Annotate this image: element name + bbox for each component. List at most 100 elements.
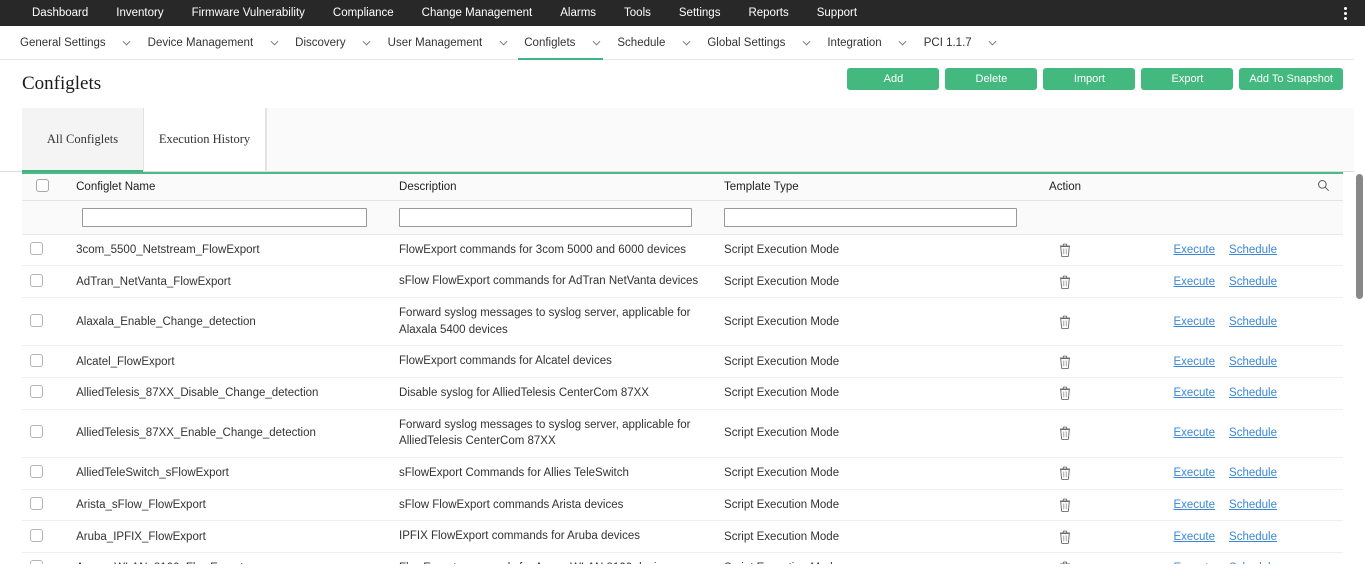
row-checkbox[interactable] [30,274,43,287]
subnav-label-schedule[interactable]: Schedule [607,37,675,49]
execute-link[interactable]: Execute [1173,531,1215,543]
filter-input-template-type[interactable] [724,208,1017,227]
column-header-configlet-name[interactable]: Configlet Name [68,174,391,200]
subnav-label-user-management[interactable]: User Management [378,37,493,49]
subnav-label-pci-1-1-7[interactable]: PCI 1.1.7 [914,37,982,49]
chevron-down-icon[interactable] [263,26,285,60]
kebab-menu-icon[interactable] [1335,0,1355,26]
subnav-label-integration[interactable]: Integration [817,37,891,49]
topnav-item-change-management[interactable]: Change Management [408,0,547,26]
trash-icon[interactable] [1049,561,1089,564]
table-row[interactable]: Avaya_WLAN_8100_FlowExportFlowExport com… [22,552,1343,564]
topnav-item-dashboard[interactable]: Dashboard [18,0,102,26]
topnav-item-reports[interactable]: Reports [734,0,802,26]
row-checkbox[interactable] [30,354,43,367]
chevron-down-icon[interactable] [982,26,1004,60]
table-row[interactable]: Alcatel_FlowExportFlowExport commands fo… [22,346,1343,378]
execute-link[interactable]: Execute [1173,356,1215,368]
schedule-link[interactable]: Schedule [1229,276,1277,288]
topnav-item-compliance[interactable]: Compliance [319,0,408,26]
subnav-item-schedule[interactable]: Schedule [607,26,697,60]
trash-icon[interactable] [1049,243,1089,257]
execute-link[interactable]: Execute [1173,316,1215,328]
tab-execution-history[interactable]: Execution History [144,108,266,171]
column-header-template-type[interactable]: Template Type [716,174,1041,200]
table-row[interactable]: Alaxala_Enable_Change_detectionForward s… [22,297,1343,345]
subnav-item-integration[interactable]: Integration [817,26,913,60]
trash-icon[interactable] [1049,275,1089,289]
trash-icon[interactable] [1049,386,1089,400]
chevron-down-icon[interactable] [356,26,378,60]
filter-input-description[interactable] [399,208,692,227]
chevron-down-icon[interactable] [116,26,138,60]
table-row[interactable]: 3com_5500_Netstream_FlowExportFlowExport… [22,234,1343,266]
subnav-item-device-management[interactable]: Device Management [138,26,285,60]
trash-icon[interactable] [1049,530,1089,544]
topnav-item-support[interactable]: Support [803,0,871,26]
chevron-down-icon[interactable] [892,26,914,60]
trash-icon[interactable] [1049,466,1089,480]
schedule-link[interactable]: Schedule [1229,467,1277,479]
table-row[interactable]: AlliedTelesis_87XX_Disable_Change_detect… [22,377,1343,409]
row-checkbox[interactable] [30,385,43,398]
schedule-link[interactable]: Schedule [1229,499,1277,511]
subnav-item-discovery[interactable]: Discovery [285,26,377,60]
subnav-label-discovery[interactable]: Discovery [285,37,355,49]
page-scrollbar-thumb[interactable] [1356,174,1363,299]
select-all-checkbox[interactable] [36,179,49,192]
execute-link[interactable]: Execute [1173,387,1215,399]
subnav-item-general-settings[interactable]: General Settings [10,26,138,60]
export-button[interactable]: Export [1141,68,1233,90]
topnav-item-settings[interactable]: Settings [665,0,735,26]
tab-all-configlets[interactable]: All Configlets [22,108,144,171]
column-header-description[interactable]: Description [391,174,716,200]
subnav-label-general-settings[interactable]: General Settings [10,37,116,49]
execute-link[interactable]: Execute [1173,499,1215,511]
subnav-label-device-management[interactable]: Device Management [138,37,263,49]
topnav-item-firmware-vulnerability[interactable]: Firmware Vulnerability [178,0,319,26]
table-row[interactable]: AdTran_NetVanta_FlowExportsFlow FlowExpo… [22,266,1343,298]
row-checkbox[interactable] [30,242,43,255]
topnav-item-tools[interactable]: Tools [610,0,665,26]
trash-icon[interactable] [1049,355,1089,369]
trash-icon[interactable] [1049,315,1089,329]
schedule-link[interactable]: Schedule [1229,387,1277,399]
table-row[interactable]: AlliedTelesis_87XX_Enable_Change_detecti… [22,409,1343,457]
table-row[interactable]: Aruba_IPFIX_FlowExportIPFIX FlowExport c… [22,521,1343,553]
schedule-link[interactable]: Schedule [1229,562,1277,564]
trash-icon[interactable] [1049,426,1089,440]
schedule-link[interactable]: Schedule [1229,531,1277,543]
execute-link[interactable]: Execute [1173,427,1215,439]
chevron-down-icon[interactable] [492,26,514,60]
topnav-item-alarms[interactable]: Alarms [546,0,610,26]
import-button[interactable]: Import [1043,68,1135,90]
chevron-down-icon[interactable] [675,26,697,60]
row-checkbox[interactable] [30,497,43,510]
schedule-link[interactable]: Schedule [1229,427,1277,439]
subnav-item-pci-1-1-7[interactable]: PCI 1.1.7 [914,26,1004,60]
execute-link[interactable]: Execute [1173,276,1215,288]
trash-icon[interactable] [1049,498,1089,512]
schedule-link[interactable]: Schedule [1229,356,1277,368]
table-row[interactable]: Arista_sFlow_FlowExportsFlow FlowExport … [22,489,1343,521]
chevron-down-icon[interactable] [795,26,817,60]
subnav-item-user-management[interactable]: User Management [378,26,515,60]
add-button[interactable]: Add [847,68,939,90]
execute-link[interactable]: Execute [1173,467,1215,479]
search-icon[interactable] [1317,183,1330,195]
subnav-item-configlets[interactable]: Configlets [514,26,607,60]
table-row[interactable]: AlliedTeleSwitch_sFlowExportsFlowExport … [22,457,1343,489]
page-scrollbar-track[interactable] [1354,26,1365,582]
chevron-down-icon[interactable] [585,26,607,60]
row-checkbox[interactable] [30,314,43,327]
row-checkbox[interactable] [30,529,43,542]
add-to-snapshot-button[interactable]: Add To Snapshot [1239,68,1343,90]
row-checkbox[interactable] [30,425,43,438]
topnav-item-inventory[interactable]: Inventory [102,0,177,26]
row-checkbox[interactable] [30,465,43,478]
schedule-link[interactable]: Schedule [1229,316,1277,328]
delete-button[interactable]: Delete [945,68,1037,90]
subnav-label-global-settings[interactable]: Global Settings [697,37,795,49]
execute-link[interactable]: Execute [1173,244,1215,256]
subnav-item-global-settings[interactable]: Global Settings [697,26,817,60]
